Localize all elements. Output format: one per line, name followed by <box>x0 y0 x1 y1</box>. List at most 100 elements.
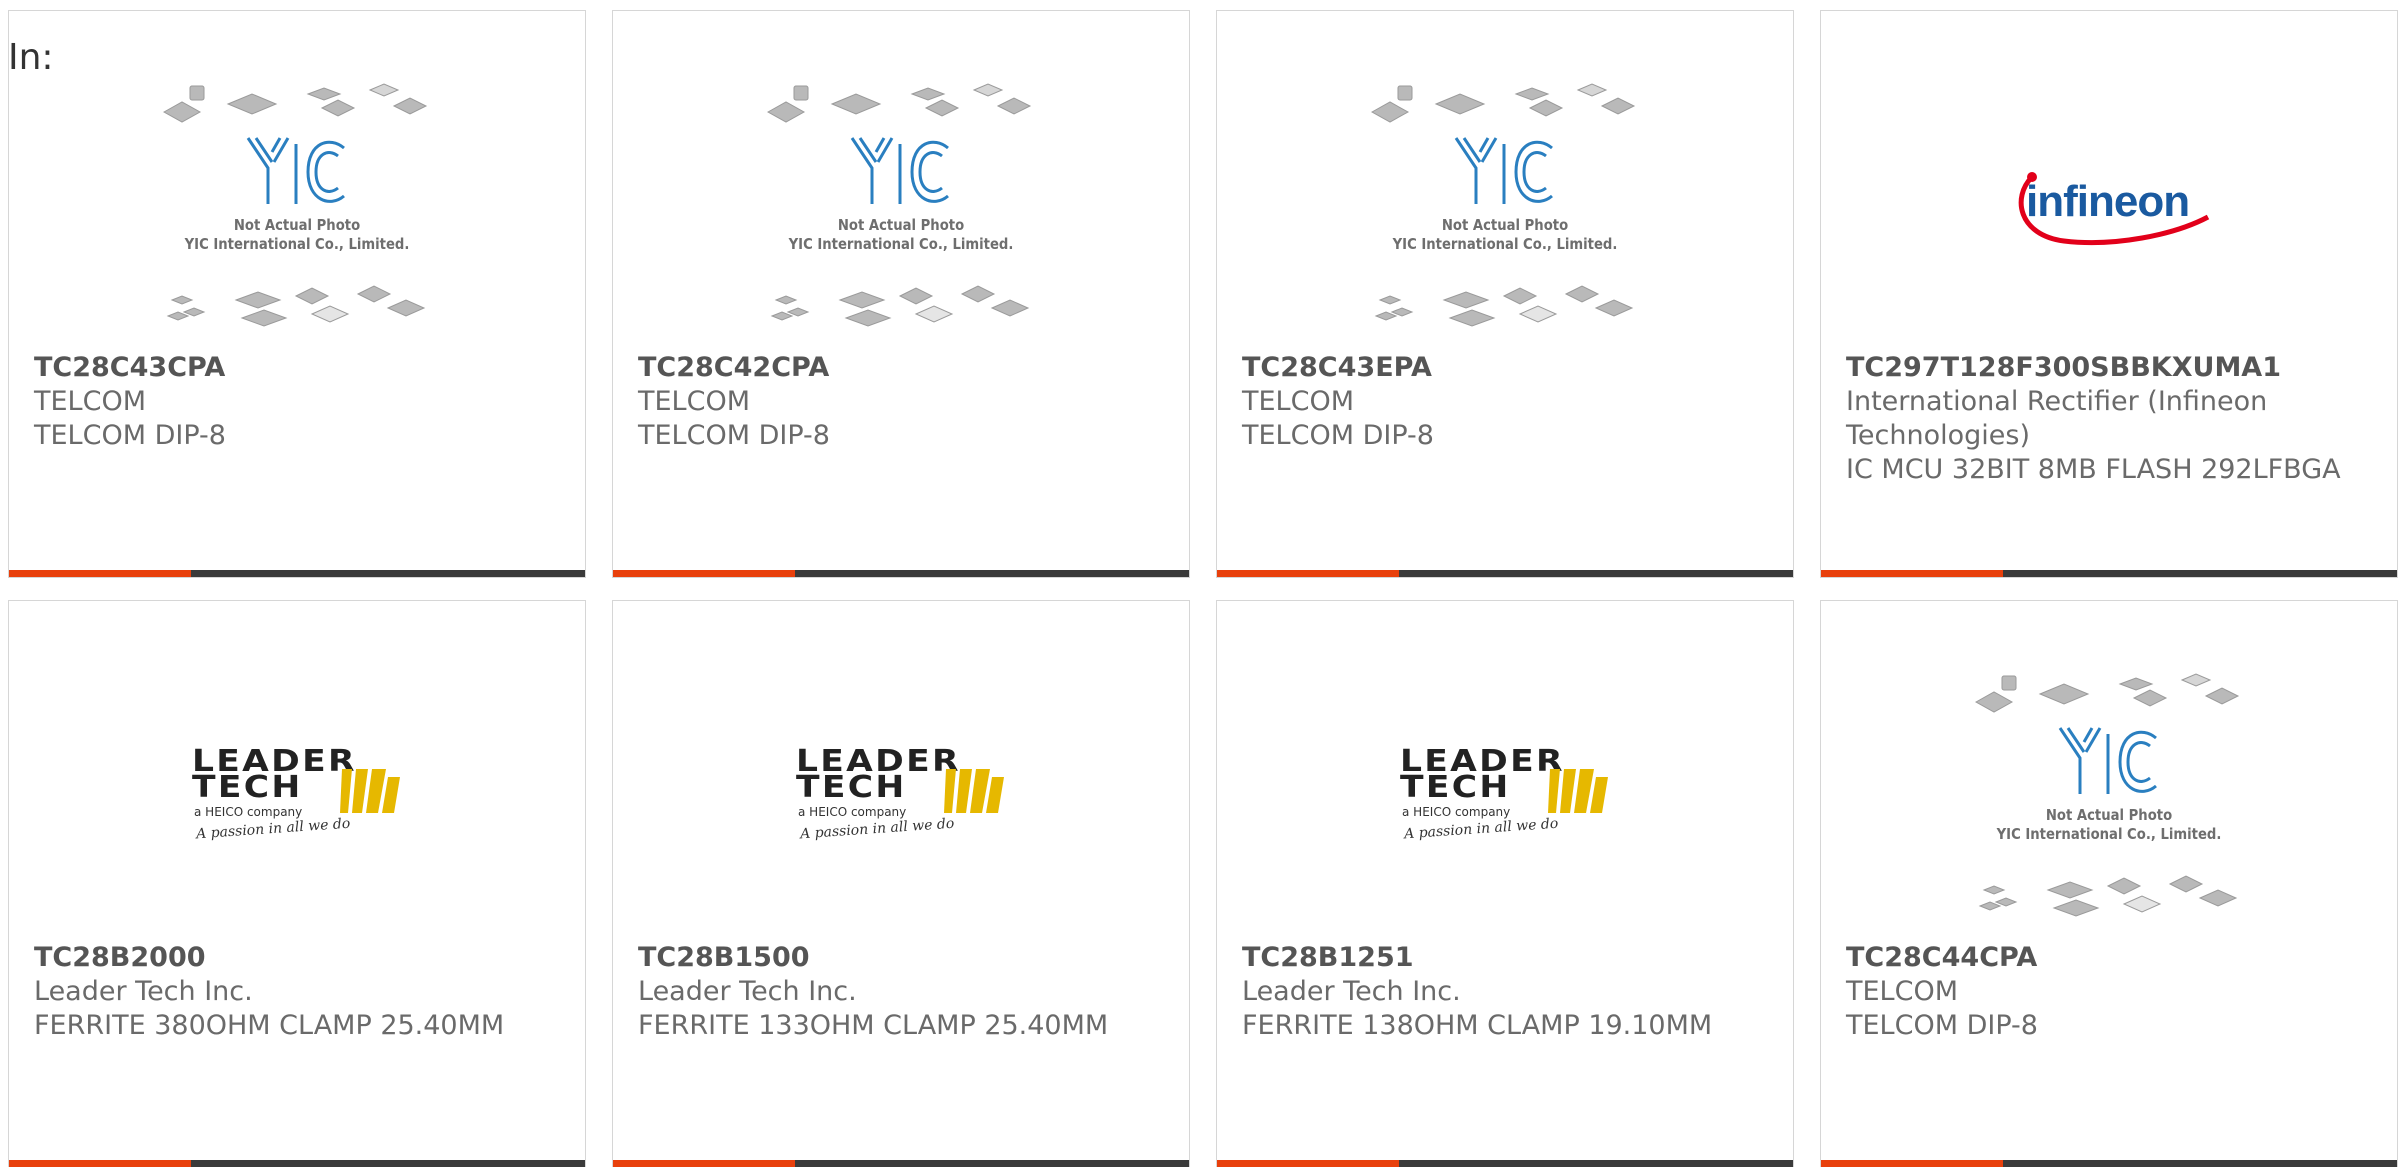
card-bottom-bar <box>1821 1160 2397 1167</box>
leader-tech-subtitle: a HEICO company <box>194 805 303 819</box>
chip-packages-icon <box>1374 285 1634 327</box>
manufacturer: TELCOM <box>1846 976 1958 1007</box>
bar-rest <box>2003 1160 2397 1167</box>
part-number-link[interactable]: TC28B1500 <box>638 941 1158 975</box>
placeholder-line-1: Not Actual Photo <box>233 216 361 234</box>
bar-accent <box>1217 570 1399 577</box>
product-info: TC28C43CPA TELCOM TELCOM DIP-8 <box>34 351 554 453</box>
bar-accent <box>9 1160 191 1167</box>
placeholder-caption: Not Actual Photo YIC International Co., … <box>1990 806 2228 844</box>
bar-accent <box>613 1160 795 1167</box>
product-info: TC28C42CPA TELCOM TELCOM DIP-8 <box>638 351 1158 453</box>
placeholder-line-1: Not Actual Photo <box>837 216 965 234</box>
placeholder-line-1: Not Actual Photo <box>2045 806 2173 824</box>
manufacturer: Leader Tech Inc. <box>638 976 857 1007</box>
chip-packages-icon <box>166 285 426 327</box>
description: FERRITE 138OHM CLAMP 19.10MM <box>1242 1010 1713 1041</box>
product-image[interactable]: LEADER TECH a HEICO company A passion in… <box>1217 647 1793 947</box>
product-card[interactable]: LEADER TECH a HEICO company A passion in… <box>8 600 586 1167</box>
product-image[interactable]: Not Actual Photo YIC International Co., … <box>613 57 1189 357</box>
bar-rest <box>795 570 1189 577</box>
leader-tech-emblem-icon <box>944 769 1004 813</box>
part-number-link[interactable]: TC28B2000 <box>34 941 554 975</box>
product-info: TC28B2000 Leader Tech Inc. FERRITE 380OHM … <box>34 941 554 1043</box>
chip-packages-icon <box>162 83 428 123</box>
product-card[interactable]: Not Actual Photo YIC International Co., … <box>1216 10 1794 578</box>
bar-accent <box>1821 570 2003 577</box>
part-number-link[interactable]: TC297T128F300SBBKXUMA1 <box>1846 351 2366 385</box>
bar-rest <box>2003 570 2397 577</box>
bar-accent <box>1821 1160 2003 1167</box>
leader-tech-tagline: A passion in all we do <box>1403 815 1559 843</box>
yic-placeholder-image: Not Actual Photo YIC International Co., … <box>1974 672 2244 922</box>
placeholder-line-2: YIC International Co., Limited. <box>1996 825 2222 843</box>
part-number-link[interactable]: TC28C44CPA <box>1846 941 2366 975</box>
yic-placeholder-image: Not Actual Photo YIC International Co., … <box>1370 82 1640 332</box>
manufacturer: Leader Tech Inc. <box>1242 976 1461 1007</box>
card-bottom-bar <box>613 1160 1189 1167</box>
product-info: TC28B1500 Leader Tech Inc. FERRITE 133OHM … <box>638 941 1158 1043</box>
card-bottom-bar <box>1217 1160 1793 1167</box>
yic-logo-icon <box>246 137 345 204</box>
chip-packages-icon <box>1370 83 1636 123</box>
product-card[interactable]: Not Actual Photo YIC International Co., … <box>8 10 586 578</box>
leader-tech-emblem-icon <box>1548 769 1608 813</box>
in-label: In: <box>8 37 54 78</box>
product-card[interactable]: LEADER TECH a HEICO company A passion in… <box>1216 600 1794 1167</box>
bar-rest <box>1399 1160 1793 1167</box>
product-image[interactable]: Not Actual Photo YIC International Co., … <box>1821 647 2397 947</box>
bar-rest <box>191 570 585 577</box>
yic-logo-icon <box>2058 727 2157 794</box>
infineon-logo: infineon <box>2004 157 2214 257</box>
leader-tech-word-2: TECH <box>192 770 303 805</box>
product-image[interactable]: LEADER TECH a HEICO company A passion in… <box>613 647 1189 947</box>
chip-packages-icon <box>766 83 1032 123</box>
leader-tech-logo: LEADER TECH a HEICO company A passion in… <box>796 747 1006 847</box>
card-bottom-bar <box>1821 570 2397 577</box>
card-bottom-bar <box>1217 570 1793 577</box>
bar-rest <box>795 1160 1189 1167</box>
product-card[interactable]: Not Actual Photo YIC International Co., … <box>612 10 1190 578</box>
bar-accent <box>9 570 191 577</box>
chip-packages-icon <box>1974 673 2240 713</box>
product-image[interactable]: LEADER TECH a HEICO company A passion in… <box>9 647 585 947</box>
part-number-link[interactable]: TC28C43EPA <box>1242 351 1762 385</box>
bar-rest <box>1399 570 1793 577</box>
yic-placeholder-image: Not Actual Photo YIC International Co., … <box>766 82 1036 332</box>
bar-rest <box>191 1160 585 1167</box>
placeholder-line-2: YIC International Co., Limited. <box>788 235 1014 253</box>
bar-accent <box>613 570 795 577</box>
description: TELCOM DIP-8 <box>1846 1010 2038 1041</box>
part-number-link[interactable]: TC28C43CPA <box>34 351 554 385</box>
leader-tech-subtitle: a HEICO company <box>1402 805 1511 819</box>
product-image[interactable]: infineon <box>1821 57 2397 357</box>
product-info: TC28C44CPA TELCOM TELCOM DIP-8 <box>1846 941 2366 1043</box>
product-grid-page: In: Not Actual Photo YIC International C… <box>0 0 2400 1167</box>
placeholder-line-2: YIC International Co., Limited. <box>1392 235 1618 253</box>
placeholder-caption: Not Actual Photo YIC International Co., … <box>782 216 1020 254</box>
part-number-link[interactable]: TC28C42CPA <box>638 351 1158 385</box>
chip-packages-icon <box>1978 875 2238 917</box>
manufacturer: TELCOM <box>1242 386 1354 417</box>
product-info: TC28B1251 Leader Tech Inc. FERRITE 138OHM … <box>1242 941 1762 1043</box>
description: FERRITE 380OHM CLAMP 25.40MM <box>34 1010 505 1041</box>
bar-accent <box>1217 1160 1399 1167</box>
product-info: TC28C43EPA TELCOM TELCOM DIP-8 <box>1242 351 1762 453</box>
leader-tech-logo: LEADER TECH a HEICO company A passion in… <box>1400 747 1610 847</box>
placeholder-caption: Not Actual Photo YIC International Co., … <box>1386 216 1624 254</box>
part-number-link[interactable]: TC28B1251 <box>1242 941 1762 975</box>
leader-tech-tagline: A passion in all we do <box>195 815 351 843</box>
product-image[interactable]: Not Actual Photo YIC International Co., … <box>9 57 585 357</box>
leader-tech-word-2: TECH <box>796 770 907 805</box>
placeholder-line-2: YIC International Co., Limited. <box>184 235 410 253</box>
manufacturer: TELCOM <box>34 386 146 417</box>
product-image[interactable]: Not Actual Photo YIC International Co., … <box>1217 57 1793 357</box>
yic-placeholder-image: Not Actual Photo YIC International Co., … <box>162 82 432 332</box>
leader-tech-tagline: A passion in all we do <box>799 815 955 843</box>
leader-tech-logo: LEADER TECH a HEICO company A passion in… <box>192 747 402 847</box>
product-card[interactable]: infineon TC297T128F300SBBKXUMA1 Internati… <box>1820 10 2398 578</box>
product-card[interactable]: Not Actual Photo YIC International Co., … <box>1820 600 2398 1167</box>
product-card[interactable]: LEADER TECH a HEICO company A passion in… <box>612 600 1190 1167</box>
leader-tech-emblem-icon <box>340 769 400 813</box>
card-bottom-bar <box>613 570 1189 577</box>
